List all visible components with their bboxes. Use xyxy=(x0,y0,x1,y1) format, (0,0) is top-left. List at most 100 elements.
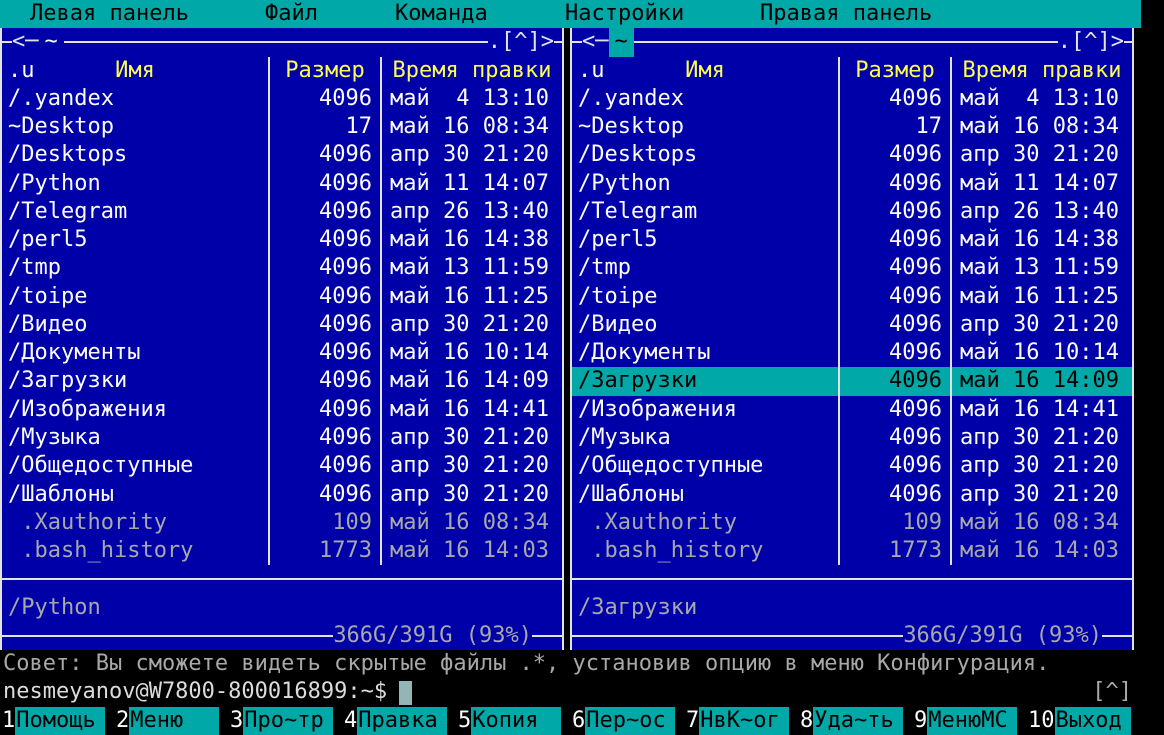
fkey-label[interactable]: Помощь xyxy=(15,707,105,735)
file-name[interactable]: /Загрузки xyxy=(572,367,838,395)
file-name[interactable]: /Документы xyxy=(572,339,838,367)
file-name[interactable]: /Видео xyxy=(2,311,268,339)
fkey-label[interactable]: Про~тр xyxy=(243,707,333,735)
file-row[interactable]: /Музыка4096апр 30 21:20 xyxy=(2,424,562,452)
file-row[interactable]: /Шаблоны4096апр 30 21:20 xyxy=(572,481,1132,509)
file-name[interactable]: /Telegram xyxy=(572,198,838,226)
file-row[interactable]: /toipe4096май 16 11:25 xyxy=(572,283,1132,311)
fkey-7[interactable]: 7НвК~ог xyxy=(684,707,798,735)
fkey-label[interactable]: Выход xyxy=(1055,707,1132,735)
panel-path[interactable]: ~ xyxy=(609,28,634,56)
file-row[interactable]: /Видео4096апр 30 21:20 xyxy=(2,311,562,339)
file-name[interactable]: /toipe xyxy=(572,283,838,311)
file-name[interactable]: /Изображения xyxy=(572,396,838,424)
file-row[interactable]: ~Desktop17май 16 08:34 xyxy=(2,113,562,141)
file-name[interactable]: /Документы xyxy=(2,339,268,367)
menu-item-command[interactable]: Команда xyxy=(395,0,488,28)
file-name[interactable]: /Видео xyxy=(572,311,838,339)
file-name[interactable]: /Desktops xyxy=(2,141,268,169)
file-name[interactable]: .Xauthority xyxy=(2,509,268,537)
file-row[interactable]: /Desktops4096апр 30 21:20 xyxy=(572,141,1132,169)
file-name[interactable]: /Python xyxy=(572,170,838,198)
fkey-label[interactable]: Пер~ос xyxy=(585,707,675,735)
file-row[interactable]: /Общедоступные4096апр 30 21:20 xyxy=(572,452,1132,480)
fkey-9[interactable]: 9МенюМС xyxy=(912,707,1026,735)
history-indicator[interactable]: [^] xyxy=(1092,678,1132,706)
file-name[interactable]: /tmp xyxy=(572,254,838,282)
file-row[interactable]: .Xauthority109май 16 08:34 xyxy=(2,509,562,537)
file-row[interactable]: ~Desktop17май 16 08:34 xyxy=(572,113,1132,141)
panel-back-arrow[interactable]: <─ xyxy=(582,28,609,56)
file-row[interactable]: /Python4096май 11 14:07 xyxy=(2,170,562,198)
file-name[interactable]: /perl5 xyxy=(2,226,268,254)
menu-item-file[interactable]: Файл xyxy=(265,0,318,28)
file-name[interactable]: .bash_history xyxy=(2,537,268,565)
file-row[interactable]: /Desktops4096апр 30 21:20 xyxy=(2,141,562,169)
file-row[interactable]: /tmp4096май 13 11:59 xyxy=(2,254,562,282)
file-name[interactable]: /Шаблоны xyxy=(2,481,268,509)
fkey-6[interactable]: 6Пер~ос xyxy=(570,707,684,735)
file-name[interactable]: /Python xyxy=(2,170,268,198)
file-name[interactable]: /toipe xyxy=(2,283,268,311)
file-row[interactable]: /Telegram4096апр 26 13:40 xyxy=(2,198,562,226)
file-name[interactable]: .Xauthority xyxy=(572,509,838,537)
file-name[interactable]: /tmp xyxy=(2,254,268,282)
panel-path[interactable]: ~ xyxy=(39,28,64,56)
file-row[interactable]: /perl54096май 16 14:38 xyxy=(572,226,1132,254)
file-name[interactable]: ~Desktop xyxy=(2,113,268,141)
fkey-label[interactable]: Меню xyxy=(129,707,219,735)
column-header-mtime[interactable]: Время правки xyxy=(380,57,562,85)
fkey-1[interactable]: 1Помощь xyxy=(0,707,114,735)
file-row[interactable]: /Загрузки4096май 16 14:09 xyxy=(2,367,562,395)
fkey-3[interactable]: 3Про~тр xyxy=(228,707,342,735)
fkey-label[interactable]: Уда~ть xyxy=(813,707,903,735)
column-header-mtime[interactable]: Время правки xyxy=(950,57,1132,85)
file-row[interactable]: .Xauthority109май 16 08:34 xyxy=(572,509,1132,537)
file-row[interactable]: /Документы4096май 16 10:14 xyxy=(572,339,1132,367)
fkey-2[interactable]: 2Меню xyxy=(114,707,228,735)
panel-hotspots[interactable]: .[^]> xyxy=(488,28,554,56)
file-row[interactable]: /Общедоступные4096апр 30 21:20 xyxy=(2,452,562,480)
file-name[interactable]: /.yandex xyxy=(2,85,268,113)
panel-hotspots[interactable]: .[^]> xyxy=(1058,28,1124,56)
fkey-label[interactable]: НвК~ог xyxy=(699,707,789,735)
file-row[interactable]: /Документы4096май 16 10:14 xyxy=(2,339,562,367)
file-row[interactable]: /.yandex4096май 4 13:10 xyxy=(2,85,562,113)
file-row[interactable]: /Изображения4096май 16 14:41 xyxy=(572,396,1132,424)
file-row[interactable]: /Музыка4096апр 30 21:20 xyxy=(572,424,1132,452)
menu-item-left-panel[interactable]: Левая панель xyxy=(30,0,189,28)
file-row[interactable]: .bash_history1773май 16 14:03 xyxy=(572,537,1132,565)
fkey-4[interactable]: 4Правка xyxy=(342,707,456,735)
file-name[interactable]: /Загрузки xyxy=(2,367,268,395)
file-row[interactable]: /Изображения4096май 16 14:41 xyxy=(2,396,562,424)
file-row[interactable]: /.yandex4096май 4 13:10 xyxy=(572,85,1132,113)
file-name[interactable]: /Музыка xyxy=(2,424,268,452)
column-header-size[interactable]: Размер xyxy=(838,57,950,85)
menu-item-options[interactable]: Настройки xyxy=(565,0,684,28)
file-row[interactable]: /Видео4096апр 30 21:20 xyxy=(572,311,1132,339)
file-row[interactable]: .bash_history1773май 16 14:03 xyxy=(2,537,562,565)
file-name[interactable]: /Музыка xyxy=(572,424,838,452)
panel-back-arrow[interactable]: <─ xyxy=(12,28,39,56)
file-name[interactable]: /perl5 xyxy=(572,226,838,254)
column-header-name[interactable]: .uИмя xyxy=(2,57,268,85)
fkey-label[interactable]: Копия xyxy=(471,707,561,735)
file-name[interactable]: /Desktops xyxy=(572,141,838,169)
fkey-label[interactable]: Правка xyxy=(357,707,447,735)
file-name[interactable]: /Общедоступные xyxy=(572,452,838,480)
fkey-5[interactable]: 5Копия xyxy=(456,707,570,735)
column-header-name[interactable]: .uИмя xyxy=(572,57,838,85)
file-name[interactable]: /Шаблоны xyxy=(572,481,838,509)
command-line[interactable]: nesmeyanov@W7800-800016899:~$ [^] xyxy=(0,678,1164,706)
file-row[interactable]: /Шаблоны4096апр 30 21:20 xyxy=(2,481,562,509)
column-header-size[interactable]: Размер xyxy=(268,57,380,85)
file-row[interactable]: /perl54096май 16 14:38 xyxy=(2,226,562,254)
file-row[interactable]: /Python4096май 11 14:07 xyxy=(572,170,1132,198)
file-row[interactable]: /Telegram4096апр 26 13:40 xyxy=(572,198,1132,226)
file-name[interactable]: /Изображения xyxy=(2,396,268,424)
file-name[interactable]: /Общедоступные xyxy=(2,452,268,480)
file-row[interactable]: /Загрузки4096май 16 14:09 xyxy=(572,367,1132,395)
file-name[interactable]: ~Desktop xyxy=(572,113,838,141)
file-row[interactable]: /toipe4096май 16 11:25 xyxy=(2,283,562,311)
cursor[interactable] xyxy=(399,681,412,705)
